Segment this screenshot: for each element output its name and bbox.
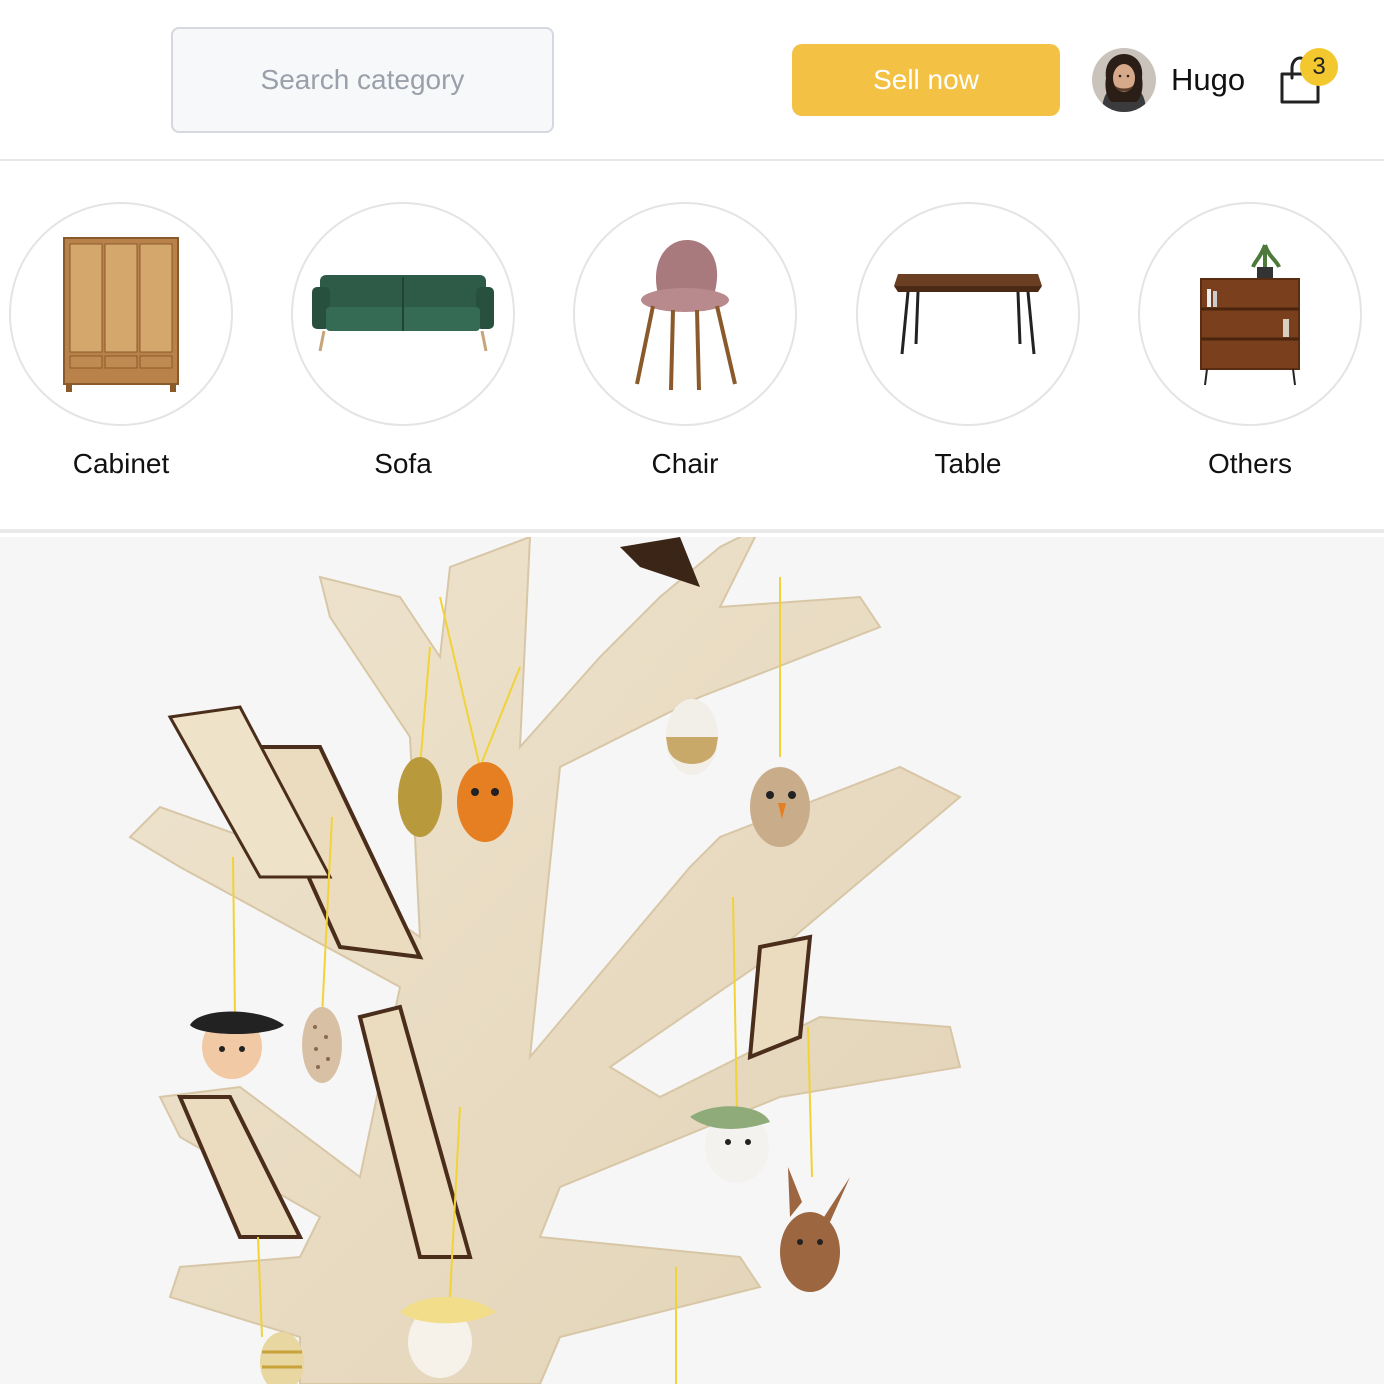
category-cabinet[interactable]: Cabinet — [9, 202, 233, 480]
category-image[interactable] — [856, 202, 1080, 426]
table-icon — [894, 274, 1042, 355]
category-table[interactable]: Table — [856, 202, 1080, 480]
category-label[interactable]: Sofa — [374, 448, 432, 480]
category-image[interactable] — [291, 202, 515, 426]
category-chair[interactable]: Chair — [573, 202, 797, 480]
cart-count-badge: 3 — [1300, 48, 1338, 86]
category-strip: Cabinet Sofa Chair Table Others — [0, 163, 1384, 533]
category-label[interactable]: Others — [1208, 448, 1292, 480]
easter-tree-image — [128, 537, 962, 1384]
user-menu[interactable]: Hugo — [1092, 48, 1245, 112]
search-input[interactable] — [173, 29, 552, 131]
sell-now-button[interactable]: Sell now — [792, 44, 1060, 116]
top-header: Sell now Hugo 3 — [0, 0, 1384, 161]
category-label[interactable]: Chair — [652, 448, 719, 480]
avatar[interactable] — [1092, 48, 1156, 112]
hero-banner — [0, 537, 1384, 1384]
category-image[interactable] — [9, 202, 233, 426]
category-sofa[interactable]: Sofa — [291, 202, 515, 480]
category-image[interactable] — [573, 202, 797, 426]
shelf-icon — [1200, 244, 1300, 386]
search-box[interactable] — [171, 27, 554, 133]
chair-icon — [635, 240, 737, 391]
category-others[interactable]: Others — [1138, 202, 1362, 480]
cabinet-icon — [63, 237, 179, 392]
user-name[interactable]: Hugo — [1171, 62, 1245, 98]
sofa-icon — [312, 275, 494, 352]
category-label[interactable]: Table — [935, 448, 1002, 480]
cart-button[interactable]: 3 — [1276, 48, 1342, 106]
category-image[interactable] — [1138, 202, 1362, 426]
category-label[interactable]: Cabinet — [73, 448, 170, 480]
